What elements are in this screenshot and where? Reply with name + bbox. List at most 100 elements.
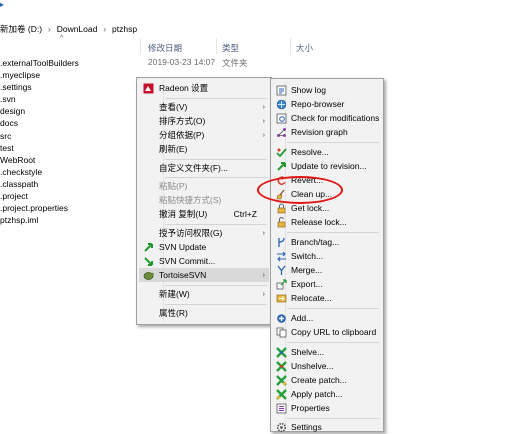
menu-item-settings[interactable]: Settings	[273, 420, 381, 434]
update-revision-icon	[276, 161, 287, 172]
menu-item-create-patch[interactable]: Create patch...	[273, 373, 381, 387]
column-header-date[interactable]: 修改日期	[148, 42, 182, 54]
menu-item-properties[interactable]: Properties	[273, 401, 381, 415]
menu-item-grant-access[interactable]: 授予访问权限(G) ›	[139, 226, 269, 240]
menu-item-label: Merge...	[291, 265, 323, 275]
menu-item-add[interactable]: Add...	[273, 311, 381, 325]
menu-separator	[165, 159, 267, 160]
breadcrumb-item-download[interactable]: DownLoad	[57, 24, 98, 34]
check-modifications-icon	[276, 113, 287, 124]
list-item[interactable]: .externalToolBuilders	[0, 57, 136, 69]
menu-item-svn-commit[interactable]: SVN Commit...	[139, 254, 269, 268]
menu-item-radeon[interactable]: Radeon 设置	[139, 81, 269, 95]
menu-item-label: Show log	[291, 85, 326, 95]
menu-item-tortoisesvn[interactable]: TortoiseSVN ›	[139, 268, 269, 282]
menu-item-release-lock[interactable]: Release lock...	[273, 215, 381, 229]
list-item[interactable]: test	[0, 142, 136, 154]
list-item[interactable]: WebRoot	[0, 154, 136, 166]
menu-item-label: Switch...	[291, 251, 324, 261]
list-item[interactable]: design	[0, 105, 136, 117]
svn-update-icon	[143, 242, 154, 253]
menu-item-paste-shortcut[interactable]: 粘贴快捷方式(S)	[139, 193, 269, 207]
menu-item-refresh[interactable]: 刷新(E)	[139, 142, 269, 156]
list-item[interactable]: src	[0, 130, 136, 142]
menu-item-new[interactable]: 新建(W) ›	[139, 287, 269, 301]
file-list: .externalToolBuilders .myeclipse .settin…	[0, 57, 136, 226]
menu-item-label: 分组依据(P)	[159, 130, 205, 140]
breadcrumb-separator: ›	[48, 24, 51, 34]
menu-item-label: Get lock...	[291, 203, 330, 213]
menu-item-export[interactable]: Export...	[273, 277, 381, 291]
column-header-size[interactable]: 大小	[296, 42, 313, 54]
context-menu: Radeon 设置 查看(V) › 排序方式(O) › 分组依据(P) › 刷新…	[136, 77, 272, 325]
menu-item-show-log[interactable]: Show log	[273, 83, 381, 97]
menu-item-customize-folder[interactable]: 自定义文件夹(F)...	[139, 161, 269, 175]
menu-item-update-to-revision[interactable]: Update to revision...	[273, 159, 381, 173]
menu-item-unshelve[interactable]: Unshelve...	[273, 359, 381, 373]
menu-item-apply-patch[interactable]: Apply patch...	[273, 387, 381, 401]
list-item[interactable]: .project.properties	[0, 202, 136, 214]
menu-item-properties[interactable]: 属性(R)	[139, 306, 269, 320]
radeon-icon	[143, 83, 154, 94]
menu-item-sort-by[interactable]: 排序方式(O) ›	[139, 114, 269, 128]
menu-item-label: Radeon 设置	[159, 83, 209, 93]
column-divider[interactable]	[216, 38, 217, 54]
menu-item-undo-copy[interactable]: 撤消 复制(U) Ctrl+Z	[139, 207, 269, 221]
list-item[interactable]: .myeclipse	[0, 69, 136, 81]
menu-item-label: 属性(R)	[159, 308, 188, 318]
switch-icon	[276, 251, 287, 262]
list-item[interactable]: .classpath	[0, 178, 136, 190]
tortoisesvn-submenu: Show log Repo-browser Check for modifica…	[270, 78, 384, 432]
menu-item-label: Revision graph	[291, 127, 348, 137]
menu-item-paste[interactable]: 粘贴(P)	[139, 179, 269, 193]
menu-separator	[287, 418, 379, 419]
menu-item-shelve[interactable]: Shelve...	[273, 345, 381, 359]
menu-item-check-modifications[interactable]: Check for modifications	[273, 111, 381, 125]
file-type: 文件夹	[222, 58, 248, 68]
resolve-icon	[276, 147, 287, 158]
menu-item-view[interactable]: 查看(V) ›	[139, 100, 269, 114]
list-item[interactable]: docs	[0, 117, 136, 129]
menu-item-label: Settings	[291, 422, 322, 432]
list-item[interactable]: .checkstyle	[0, 166, 136, 178]
menu-item-label: 新建(W)	[159, 289, 190, 299]
list-item[interactable]: ptzhsp.iml	[0, 214, 136, 226]
breadcrumb-item-ptzhsp[interactable]: ptzhsp	[112, 24, 137, 34]
breadcrumb-separator: ›	[103, 24, 107, 34]
menu-item-group-by[interactable]: 分组依据(P) ›	[139, 128, 269, 142]
breadcrumb-item-drive[interactable]: 新加卷 (D:)	[0, 23, 42, 35]
settings-icon	[276, 422, 287, 433]
menu-item-label: 粘贴快捷方式(S)	[159, 195, 222, 205]
column-divider[interactable]	[290, 38, 291, 54]
menu-item-label: Copy URL to clipboard	[291, 327, 377, 337]
menu-item-relocate[interactable]: Relocate...	[273, 291, 381, 305]
back-arrow-icon[interactable]: ▸	[0, 0, 4, 9]
menu-separator	[287, 142, 379, 143]
menu-item-label: Add...	[291, 313, 314, 323]
list-item[interactable]: .svn	[0, 93, 136, 105]
menu-item-svn-update[interactable]: SVN Update	[139, 240, 269, 254]
column-header-type[interactable]: 类型	[222, 42, 239, 54]
menu-item-copy-url[interactable]: Copy URL to clipboard	[273, 325, 381, 339]
list-item[interactable]: .settings	[0, 81, 136, 93]
menu-item-switch[interactable]: Switch...	[273, 249, 381, 263]
create-patch-icon	[276, 374, 287, 386]
get-lock-icon	[276, 203, 287, 214]
menu-item-label: Properties	[291, 403, 330, 413]
menu-separator	[165, 177, 267, 178]
show-log-icon	[276, 85, 287, 96]
list-item[interactable]: .project	[0, 190, 136, 202]
relocate-icon	[276, 293, 287, 304]
menu-separator	[287, 308, 379, 309]
menu-separator	[287, 232, 379, 233]
menu-item-branch-tag[interactable]: Branch/tag...	[273, 235, 381, 249]
menu-item-repo-browser[interactable]: Repo-browser	[273, 97, 381, 111]
menu-item-resolve[interactable]: Resolve...	[273, 145, 381, 159]
properties-icon	[276, 403, 287, 414]
menu-item-revision-graph[interactable]: Revision graph	[273, 125, 381, 139]
menu-item-label: SVN Update	[159, 242, 207, 252]
column-divider[interactable]	[140, 38, 141, 54]
menu-item-merge[interactable]: Merge...	[273, 263, 381, 277]
menu-item-label: Resolve...	[291, 147, 329, 157]
menu-item-label: Check for modifications	[291, 113, 380, 123]
